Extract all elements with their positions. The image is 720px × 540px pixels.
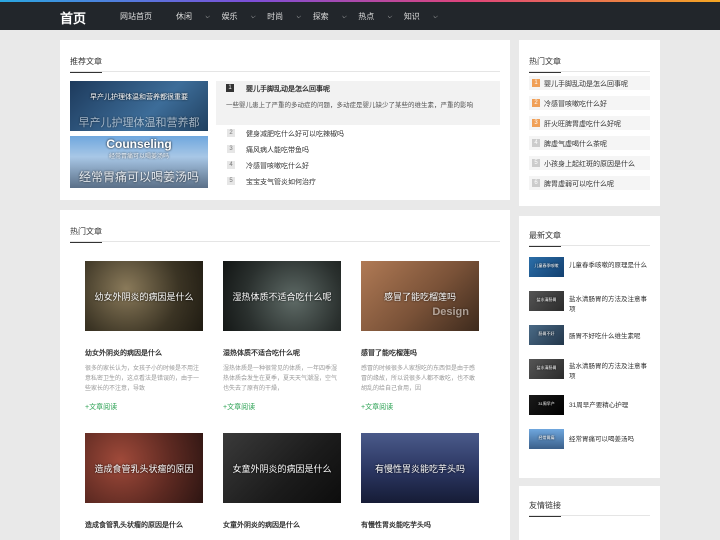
- rank-badge: 4: [227, 161, 235, 169]
- latest-item-title[interactable]: 经常胃痛可以喝姜汤吗: [569, 435, 653, 445]
- recommend-list-item[interactable]: 健身减肥吃什么好可以吃辣椒吗: [246, 129, 344, 139]
- latest-item-title[interactable]: 肠胃不好吃什么维生素呢: [569, 332, 653, 342]
- read-more-link[interactable]: +文章阅读: [85, 402, 117, 412]
- nav-item-explore[interactable]: 探索 ⌵: [313, 11, 347, 22]
- chevron-down-icon: ⌵: [296, 14, 301, 20]
- hot-side-item[interactable]: 肝火旺脾胃虚吃什么好呢: [544, 119, 621, 129]
- rank-badge: 2: [227, 129, 235, 137]
- latest-panel: 最新文章 儿童春季咳嗽 儿童春季咳嗽的原理是什么 盐水清肠胃 盐水清肠胃的方法及…: [519, 216, 660, 478]
- recommend-list-item[interactable]: 痛风病人能吃带鱼吗: [246, 145, 309, 155]
- hot-side-item[interactable]: 冷感冒咳嗽吃什么好: [544, 99, 607, 109]
- rank-badge: 3: [532, 119, 540, 127]
- read-more-link[interactable]: +文章阅读: [361, 402, 393, 412]
- article-card-title[interactable]: 幼女外阴炎的病因是什么: [85, 348, 162, 358]
- article-card-title[interactable]: 女童外阴炎的病因是什么: [223, 520, 300, 530]
- latest-thumb[interactable]: 盐水清肠胃: [529, 359, 564, 379]
- article-card-summary: 感冒的时候很多人家想吃的东西但是由于感冒的缘故，所以说很多人都不敢吃，也不敢胡乱…: [361, 366, 476, 392]
- rank-badge: 3: [227, 145, 235, 153]
- nav-menu: 网站首页 休闲 ⌵ 娱乐 ⌵ 时尚 ⌵ 探索 ⌵ 热点 ⌵ 知识 ⌵: [120, 11, 449, 22]
- chevron-down-icon: ⌵: [341, 14, 347, 20]
- latest-item-title[interactable]: 盐水清肠胃的方法及注意事项: [569, 295, 653, 315]
- divider: [70, 71, 500, 72]
- divider: [529, 515, 650, 516]
- divider: [70, 241, 500, 242]
- recommend-list-item[interactable]: 宝宝支气管炎如何治疗: [246, 177, 316, 187]
- rank-badge: 1: [532, 79, 540, 87]
- article-card-title[interactable]: 有慢性胃炎能吃芋头吗: [361, 520, 431, 530]
- links-panel: 友情链接: [519, 486, 660, 540]
- article-card-image[interactable]: 造成食管乳头状瘤的原因: [85, 433, 203, 503]
- latest-item-title[interactable]: 盐水清肠胃的方法及注意事项: [569, 362, 653, 382]
- latest-item-title[interactable]: 儿童春季咳嗽的原理是什么: [569, 261, 653, 271]
- featured-article-summary: 一些婴儿患上了严重的多动症的问题，多动症是婴儿缺少了某些的维生素，严重的影响: [226, 102, 473, 109]
- rank-badge: 1: [226, 84, 234, 92]
- article-card-title[interactable]: 感冒了能吃榴莲吗: [361, 348, 417, 358]
- latest-thumb[interactable]: 盐水清肠胃: [529, 291, 564, 311]
- chevron-down-icon: ⌵: [387, 14, 392, 20]
- divider: [529, 245, 650, 246]
- article-card-summary: 很多的家长认为，女孩子小的时候是不用注意私密卫生的，这点看法是错误的，由于一些家…: [85, 366, 200, 392]
- recommend-thumb-2[interactable]: Counseling 经常胃痛可以喝姜汤吗 经常胃痛可以喝姜汤吗: [70, 136, 208, 188]
- rank-badge: 5: [227, 177, 235, 185]
- latest-thumb[interactable]: 肠胃不好: [529, 325, 564, 345]
- featured-article[interactable]: 1 婴儿手脚乱动是怎么回事呢 一些婴儿患上了严重的多动症的问题，多动症是婴儿缺少…: [216, 81, 500, 125]
- article-card-title[interactable]: 湿热体质不适合吃什么呢: [223, 348, 300, 358]
- divider: [529, 71, 650, 72]
- article-card-summary: 湿热体质是一种很常见的体质，一年四季湿热体质会发生在夏季，夏天天气潮湿，空气也失…: [223, 366, 338, 392]
- hot-side-item[interactable]: 小孩身上起红斑的原因是什么: [544, 159, 635, 169]
- hot-main-panel: 热门文章 幼女外阴炎的病因是什么 幼女外阴炎的病因是什么 很多的家长认为，女孩子…: [60, 210, 510, 540]
- hot-side-panel: 热门文章 1 婴儿手脚乱动是怎么回事呢 2 冷感冒咳嗽吃什么好 3 肝火旺脾胃虚…: [519, 40, 660, 206]
- article-card-image[interactable]: 女童外阴炎的病因是什么: [223, 433, 341, 503]
- nav-item-knowledge[interactable]: 知识 ⌵: [404, 11, 438, 22]
- hot-side-item[interactable]: 婴儿手脚乱动是怎么回事呢: [544, 79, 628, 89]
- featured-article-title[interactable]: 婴儿手脚乱动是怎么回事呢: [246, 84, 330, 94]
- article-card-image[interactable]: 湿热体质不适合吃什么呢: [223, 261, 341, 331]
- top-navigation: 首页 网站首页 休闲 ⌵ 娱乐 ⌵ 时尚 ⌵ 探索 ⌵ 热点 ⌵ 知识 ⌵: [0, 2, 720, 30]
- nav-item-entertainment[interactable]: 娱乐 ⌵: [222, 11, 256, 22]
- article-card-image[interactable]: 幼女外阴炎的病因是什么: [85, 261, 203, 331]
- rank-badge: 4: [532, 139, 540, 147]
- latest-thumb[interactable]: 儿童春季咳嗽: [529, 257, 564, 277]
- recommend-panel: 推荐文章 早产儿护理体温和营养都很重要 早产儿护理体温和营养都 Counseli…: [60, 40, 510, 200]
- hot-side-item[interactable]: 脾胃虚弱可以吃什么呢: [544, 179, 614, 189]
- nav-item-hot[interactable]: 热点 ⌵: [358, 11, 392, 22]
- latest-thumb[interactable]: 经常胃痛: [529, 429, 564, 449]
- hot-side-item[interactable]: 脾虚气虚喝什么茶呢: [544, 139, 607, 149]
- recommend-thumb-1[interactable]: 早产儿护理体温和营养都很重要 早产儿护理体温和营养都: [70, 81, 208, 131]
- chevron-down-icon: ⌵: [205, 14, 210, 20]
- site-logo[interactable]: 首页: [60, 8, 86, 27]
- article-card-image[interactable]: 有慢性胃炎能吃芋头吗: [361, 433, 479, 503]
- latest-item-title[interactable]: 31周早产要精心护理: [569, 401, 653, 411]
- nav-item-fashion[interactable]: 时尚 ⌵: [267, 11, 301, 22]
- article-card-image[interactable]: 感冒了能吃榴莲吗 Design: [361, 261, 479, 331]
- chevron-down-icon: ⌵: [432, 14, 438, 20]
- chevron-down-icon: ⌵: [250, 14, 256, 20]
- latest-thumb[interactable]: 31周早产: [529, 395, 564, 415]
- nav-item-leisure[interactable]: 休闲 ⌵: [176, 11, 210, 22]
- rank-badge: 6: [532, 179, 540, 187]
- read-more-link[interactable]: +文章阅读: [223, 402, 255, 412]
- recommend-list-item[interactable]: 冷感冒咳嗽吃什么好: [246, 161, 309, 171]
- rank-badge: 2: [532, 99, 540, 107]
- rank-badge: 5: [532, 159, 540, 167]
- nav-item-home[interactable]: 网站首页: [120, 11, 164, 22]
- article-card-title[interactable]: 造成食管乳头状瘤的原因是什么: [85, 520, 183, 530]
